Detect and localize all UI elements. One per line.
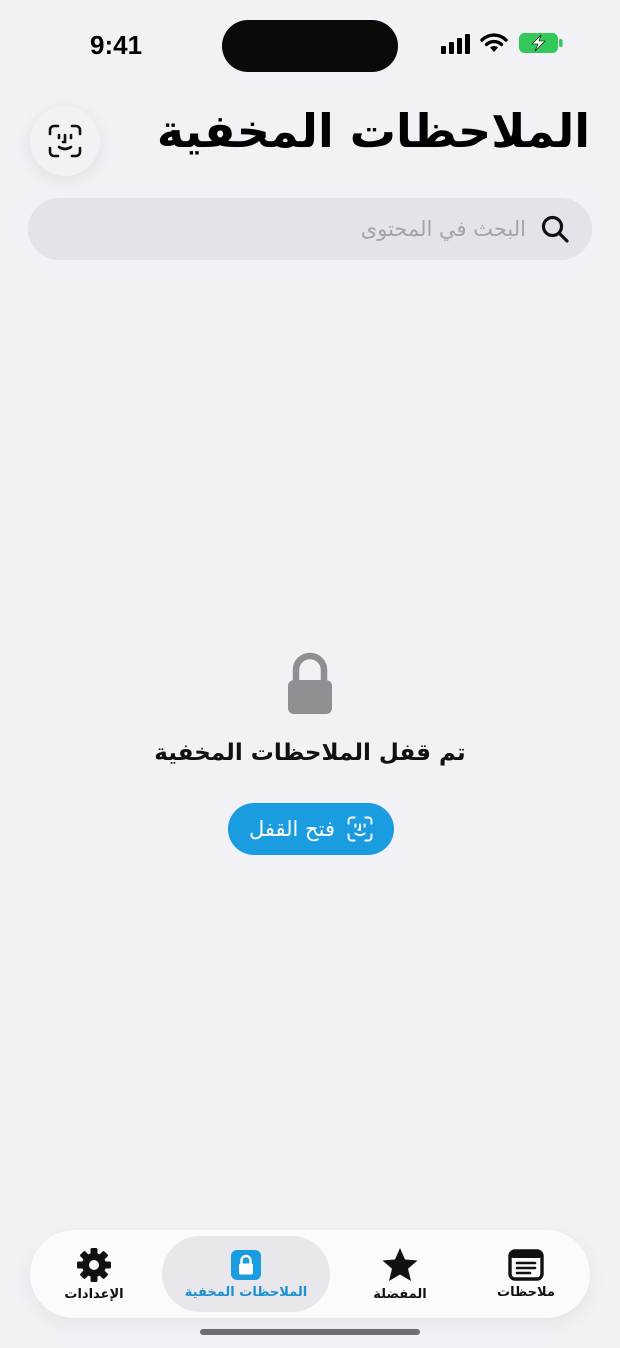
notes-icon bbox=[508, 1248, 544, 1281]
gear-icon bbox=[77, 1247, 111, 1282]
locked-message: تم قفل الملاحظات المخفية bbox=[154, 740, 466, 766]
unlock-button[interactable]: فتح القفل bbox=[228, 803, 394, 855]
lock-icon bbox=[284, 652, 336, 722]
tab-bar: ملاحظات المفضلة الملاحظات المخفية الإعدا… bbox=[30, 1230, 590, 1318]
faceid-button[interactable] bbox=[30, 106, 100, 176]
tab-settings[interactable]: الإعدادات bbox=[34, 1230, 154, 1318]
star-icon bbox=[382, 1247, 418, 1281]
battery-charging-icon bbox=[519, 33, 563, 53]
wifi-icon bbox=[480, 33, 508, 52]
search-bar[interactable] bbox=[28, 198, 592, 260]
search-icon bbox=[540, 214, 570, 244]
tab-label: المفضلة bbox=[373, 1286, 427, 1302]
tab-label: الإعدادات bbox=[64, 1286, 124, 1302]
screen: 9:41 الملاحظات المخفية البحث في المحتوى … bbox=[0, 0, 620, 1348]
page-title: الملاحظات المخفية bbox=[156, 104, 590, 158]
unlock-label: فتح القفل bbox=[249, 817, 335, 841]
tab-label: الملاحظات المخفية bbox=[184, 1284, 308, 1300]
cellular-signal-icon bbox=[441, 32, 470, 54]
home-indicator bbox=[200, 1329, 420, 1335]
faceid-icon bbox=[347, 816, 373, 842]
status-icons bbox=[441, 32, 564, 54]
search-input[interactable] bbox=[86, 217, 526, 241]
dynamic-island bbox=[222, 20, 398, 72]
tab-hidden-notes[interactable]: الملاحظات المخفية bbox=[162, 1236, 330, 1312]
lock-icon bbox=[231, 1249, 261, 1280]
faceid-icon bbox=[48, 124, 82, 158]
tab-favorites[interactable]: المفضلة bbox=[340, 1230, 460, 1318]
tab-notes[interactable]: ملاحظات bbox=[466, 1230, 586, 1318]
tab-label: ملاحظات bbox=[497, 1284, 555, 1300]
status-time: 9:41 bbox=[90, 30, 143, 60]
